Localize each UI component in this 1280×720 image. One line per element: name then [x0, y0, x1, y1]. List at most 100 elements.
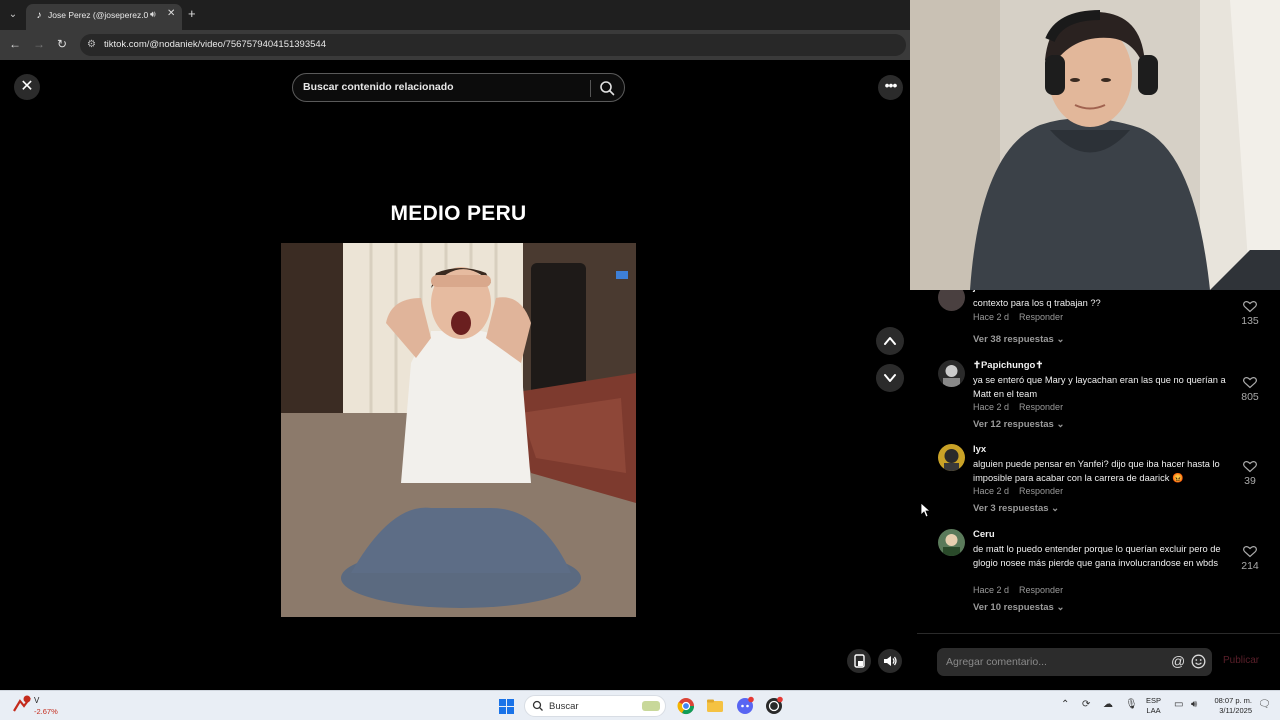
- publish-button[interactable]: Publicar: [1223, 655, 1259, 666]
- volume-icon: [884, 656, 897, 666]
- tab-audio-icon[interactable]: 🔊︎: [150, 9, 156, 20]
- webcam-image: [910, 0, 1280, 290]
- view-replies-label: Ver 38 respuestas: [973, 334, 1054, 345]
- taskbar-search-label: Buscar: [549, 701, 579, 712]
- network-icon[interactable]: ▭: [1174, 699, 1183, 710]
- reload-icon[interactable]: ↻: [57, 37, 67, 51]
- chevron-up-icon: [884, 337, 896, 345]
- view-replies-button[interactable]: Ver 38 respuestas ⌄: [973, 334, 1064, 345]
- stock-change: -2.67%: [34, 707, 58, 716]
- close-video-button[interactable]: ✕: [14, 74, 40, 100]
- view-replies-label: Ver 3 respuestas: [973, 503, 1049, 514]
- reply-button[interactable]: Responder: [1019, 402, 1063, 412]
- floating-player-button[interactable]: [847, 649, 871, 673]
- search-highlight-icon: [642, 701, 660, 711]
- input-language[interactable]: ESP LAA: [1146, 696, 1161, 716]
- reply-button[interactable]: Responder: [1019, 585, 1063, 595]
- url-text[interactable]: tiktok.com/@nodaniek/video/7567579404151…: [104, 39, 326, 50]
- back-icon[interactable]: ←: [9, 37, 21, 51]
- search-icon: [532, 700, 543, 711]
- comment-text: contexto para los q trabajan ??: [973, 298, 1101, 308]
- video-caption: MEDIO PERU: [390, 202, 527, 225]
- mouse-cursor-icon: [921, 503, 931, 518]
- comment-username[interactable]: ✝Papichungo✝: [973, 360, 1043, 371]
- comment-input[interactable]: Agregar comentario... @: [937, 648, 1212, 676]
- like-count: 805: [1241, 391, 1259, 403]
- like-count: 214: [1241, 560, 1259, 572]
- comment-text: de matt lo puedo entender porque lo quer…: [973, 544, 1221, 568]
- heart-icon[interactable]: [1238, 459, 1262, 473]
- related-search-input[interactable]: Buscar contenido relacionado: [303, 81, 454, 93]
- heart-icon[interactable]: [1238, 375, 1262, 389]
- comment-time: Hace 2 d: [973, 402, 1010, 412]
- file-explorer-icon[interactable]: [705, 696, 725, 716]
- forward-icon[interactable]: →: [33, 37, 45, 51]
- stock-widget-icon[interactable]: [12, 695, 32, 715]
- view-replies-button[interactable]: Ver 12 respuestas ⌄: [973, 419, 1064, 430]
- comment-text: ya se enteró que Mary y laycachan eran l…: [973, 375, 1226, 399]
- heart-icon[interactable]: [1238, 544, 1262, 558]
- tray-overflow-icon[interactable]: ⌃: [1061, 699, 1069, 710]
- comment-meta: Hace 2 d Responder: [973, 312, 1063, 322]
- comment-placeholder: Agregar comentario...: [946, 656, 1047, 668]
- clock-date: 3/11/2025: [1219, 706, 1252, 715]
- windows-taskbar: V -2.67% Buscar ⌃ ⟳ ☁ 🎙︎ ESP LAA ▭ 🔊︎ 08…: [0, 690, 1280, 720]
- windows-start-icon[interactable]: [499, 699, 514, 714]
- volume-tray-icon[interactable]: 🔊︎: [1191, 699, 1197, 710]
- taskbar-search-box[interactable]: Buscar: [524, 695, 666, 717]
- like-count: 39: [1244, 475, 1256, 487]
- previous-video-button[interactable]: [876, 327, 904, 355]
- microphone-icon[interactable]: 🎙︎: [1125, 699, 1138, 710]
- mini-player-icon: [854, 654, 865, 668]
- volume-button[interactable]: [878, 649, 902, 673]
- lang-code: ESP: [1146, 696, 1162, 705]
- stock-ticker: V: [34, 696, 40, 705]
- screen: ⌄ ♪ Jose Perez (@joseperez.05_ 🔊︎ ✕ + ← …: [0, 0, 1280, 720]
- video-scene-illustration: [281, 243, 636, 617]
- browser-tab-bar: ⌄ ♪ Jose Perez (@joseperez.05_ 🔊︎ ✕ +: [0, 0, 910, 30]
- clock[interactable]: 08:07 p. m. 3/11/2025: [1208, 696, 1252, 716]
- view-replies-label: Ver 10 respuestas: [973, 602, 1054, 613]
- tab-search-button[interactable]: ⌄: [5, 7, 21, 23]
- reply-button[interactable]: Responder: [1019, 486, 1063, 496]
- view-replies-button[interactable]: Ver 3 respuestas ⌄: [973, 503, 1059, 514]
- notifications-icon[interactable]: 🗨︎: [1258, 699, 1271, 710]
- chrome-icon[interactable]: [676, 696, 696, 716]
- obs-icon[interactable]: [764, 696, 784, 716]
- search-divider: [590, 80, 591, 97]
- lang-layout: LAA: [1146, 706, 1161, 715]
- avatar[interactable]: [938, 444, 965, 471]
- avatar[interactable]: [938, 360, 965, 387]
- comment-username[interactable]: jo: [973, 290, 981, 293]
- tray-app-icon[interactable]: ⟳: [1082, 699, 1090, 710]
- address-bar[interactable]: ⚙ tiktok.com/@nodaniek/video/75675794041…: [80, 34, 906, 56]
- emoji-icon[interactable]: [1191, 654, 1206, 669]
- avatar-image: [943, 534, 960, 556]
- comment-username[interactable]: Ceru: [973, 529, 995, 540]
- new-tab-button[interactable]: +: [188, 7, 196, 21]
- more-options-button[interactable]: •••: [878, 75, 903, 100]
- avatar[interactable]: [938, 529, 965, 556]
- view-replies-button[interactable]: Ver 10 respuestas ⌄: [973, 602, 1064, 613]
- tiktok-favicon-icon: ♪: [36, 10, 42, 21]
- comment-username[interactable]: lyx: [973, 444, 986, 455]
- tiktok-video-page: ✕ Buscar contenido relacionado ••• MEDIO…: [0, 60, 910, 690]
- tab-close-icon[interactable]: ✕: [167, 8, 175, 19]
- avatar-image: [943, 365, 960, 387]
- onedrive-icon[interactable]: ☁: [1103, 699, 1113, 710]
- comment-time: Hace 2 d: [973, 486, 1010, 496]
- comment-text: alguien puede pensar en Yanfei? dijo que…: [973, 459, 1220, 483]
- related-search-box[interactable]: Buscar contenido relacionado: [292, 73, 625, 102]
- video-player[interactable]: MEDIO PERU: [281, 120, 636, 690]
- comment-time: Hace 2 d: [973, 585, 1010, 595]
- site-info-icon[interactable]: ⚙: [87, 39, 96, 50]
- discord-icon[interactable]: [735, 696, 755, 716]
- reply-button[interactable]: Responder: [1019, 312, 1063, 322]
- heart-icon[interactable]: [1238, 299, 1262, 313]
- mention-icon[interactable]: @: [1171, 653, 1185, 669]
- search-icon[interactable]: [598, 79, 616, 97]
- next-video-button[interactable]: [876, 364, 904, 392]
- browser-toolbar: ← → ↻ ⚙ tiktok.com/@nodaniek/video/75675…: [0, 30, 910, 60]
- avatar[interactable]: [938, 290, 965, 311]
- browser-tab-active[interactable]: ♪ Jose Perez (@joseperez.05_ 🔊︎ ✕: [26, 4, 182, 30]
